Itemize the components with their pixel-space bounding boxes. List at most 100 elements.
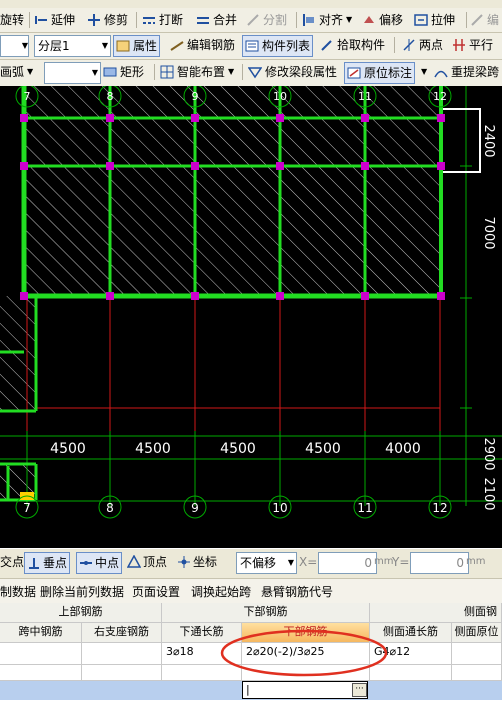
in-situ-label-button[interactable]: 原位标注 xyxy=(344,62,416,84)
lift-icon xyxy=(434,65,448,79)
offset-button[interactable]: 偏移 xyxy=(362,10,403,30)
snap-perpendicular[interactable]: 垂点 xyxy=(24,552,71,574)
rect-button[interactable]: 矩形 xyxy=(103,62,144,82)
ellipsis-button[interactable]: ··· xyxy=(352,683,367,697)
rectangle-icon xyxy=(103,65,117,79)
cell-bottom-through[interactable]: 3⌀18 xyxy=(162,643,242,665)
delete-column-button[interactable]: 删除当前列数据 xyxy=(40,583,124,600)
cell-mid-span[interactable] xyxy=(0,643,82,665)
empty-cell[interactable] xyxy=(0,665,82,681)
axis-label-top-8: 8 xyxy=(107,90,114,103)
layer-select[interactable]: 分层1 ▼ xyxy=(34,35,111,57)
span-dim-3: 4500 xyxy=(220,441,256,457)
axis-label-9: 9 xyxy=(191,501,199,515)
chevron-down-icon: ▼ xyxy=(27,67,34,76)
component-list-button[interactable]: 构件列表 xyxy=(242,35,314,57)
chevron-down-icon: ▼ xyxy=(101,41,108,50)
axis-label-10: 10 xyxy=(272,501,287,515)
trim-icon xyxy=(87,13,101,27)
break-button[interactable]: 打断 xyxy=(142,10,183,30)
in-situ-dropdown[interactable]: ▼ xyxy=(421,62,427,82)
cell-side-through[interactable]: G4⌀12 xyxy=(370,643,452,665)
y-coord-input[interactable]: 0 xyxy=(410,552,469,574)
axis-label-8: 8 xyxy=(106,501,114,515)
axis-label-11: 11 xyxy=(357,501,372,515)
drawing-canvas[interactable]: 7 8 9 10 11 12 7 8 9 10 11 12 4500 4500 … xyxy=(0,86,502,548)
span-dim-5: 4000 xyxy=(385,441,421,457)
snap-midpoint[interactable]: 中点 xyxy=(76,552,123,574)
vert-dim-2900: 2900 xyxy=(481,437,496,470)
span-dim-4: 4500 xyxy=(305,441,341,457)
pick-component-button[interactable]: 拾取构件 xyxy=(320,35,385,55)
axis-label-top-9: 9 xyxy=(192,90,199,103)
edit-rebar-button[interactable]: 编辑钢筋 xyxy=(170,35,235,55)
selection-outline xyxy=(443,108,481,173)
beam-props-icon xyxy=(247,65,263,79)
chevron-down-icon: ▼ xyxy=(91,68,98,77)
group-top-rebar: 上部钢筋 xyxy=(0,603,162,623)
snap-toolbar: 交点 垂点 中点 顶点 坐标 不偏移 ▼ X= 0 mm Y= 0 mm xyxy=(0,548,502,575)
offset-mode-select[interactable]: 不偏移 ▼ xyxy=(236,552,297,574)
copy-data-button[interactable]: 制数据 xyxy=(0,583,36,600)
empty-cell[interactable] xyxy=(82,665,162,681)
cell-right-support[interactable] xyxy=(82,643,162,665)
vert-dim-2400: 2400 xyxy=(481,124,496,157)
empty-cell[interactable] xyxy=(242,665,370,681)
vertex-icon xyxy=(126,554,142,569)
rebar-grid: 上部钢筋 下部钢筋 侧面钢 跨中钢筋 右支座钢筋 下通长筋 下部钢筋 侧面通长筋… xyxy=(0,603,502,724)
two-points-button[interactable]: 两点 xyxy=(402,35,443,55)
midpoint-icon xyxy=(79,556,93,570)
axis-label-12: 12 xyxy=(432,501,447,515)
header-right-support: 右支座钢筋 xyxy=(82,623,162,643)
empty-cell[interactable] xyxy=(452,665,502,681)
rotate-button[interactable]: 旋转 xyxy=(0,10,24,30)
edit-button[interactable]: 编 xyxy=(470,10,499,30)
empty-cell[interactable] xyxy=(370,665,452,681)
x-coord-input[interactable]: 0 xyxy=(318,552,377,574)
properties-button[interactable]: 属性 xyxy=(113,35,161,57)
cell-bottom-rebar[interactable]: 2⌀20(-2)/3⌀25 xyxy=(242,643,370,665)
trim-button[interactable]: 修剪 xyxy=(87,10,128,30)
stretch-icon xyxy=(414,13,428,27)
axis-label-7: 7 xyxy=(23,501,31,515)
layer-toolbar: ▼ 分层1 ▼ 属性 编辑钢筋 构件列表 拾取构件 两点 平行 xyxy=(0,33,502,60)
align-button[interactable]: 对齐 ▼ xyxy=(302,10,352,30)
snap-intersect[interactable]: 交点 xyxy=(0,552,24,572)
header-bottom-through: 下通长筋 xyxy=(162,623,242,643)
axis-label-top-7: 7 xyxy=(24,90,31,103)
align-icon xyxy=(302,13,316,27)
cantilever-code-button[interactable]: 悬臂钢筋代号 xyxy=(261,583,333,600)
page-setup-button[interactable]: 页面设置 xyxy=(132,583,180,600)
group-side-rebar: 侧面钢 xyxy=(370,603,502,623)
cell-side-in-situ[interactable] xyxy=(452,643,502,665)
stretch-button[interactable]: 拉伸 xyxy=(414,10,455,30)
empty-cell[interactable] xyxy=(162,665,242,681)
x-label: X= xyxy=(299,555,318,569)
chevron-down-icon: ▼ xyxy=(228,67,235,76)
parallel-button[interactable]: 平行 xyxy=(452,35,493,55)
y-label: Y= xyxy=(392,555,410,569)
chevron-down-icon: ▼ xyxy=(21,41,28,50)
arc-button[interactable]: 画弧 ▼ xyxy=(0,62,33,82)
snap-coord[interactable]: 坐标 xyxy=(177,552,217,572)
span-dim-1: 4500 xyxy=(50,441,86,457)
smart-layout-button[interactable]: 智能布置 ▼ xyxy=(160,62,234,82)
extend-button[interactable]: 延伸 xyxy=(34,10,75,30)
header-mid-span: 跨中钢筋 xyxy=(0,623,82,643)
pick-icon xyxy=(320,38,334,52)
axis-label-top-10: 10 xyxy=(273,90,287,103)
lift-rebar-button[interactable]: 重提梁跨 xyxy=(434,62,499,82)
floor-select[interactable]: ▼ xyxy=(0,35,29,57)
axis-lines xyxy=(26,296,441,506)
adjust-start-span-button[interactable]: 调换起始跨 xyxy=(191,583,251,600)
split-button[interactable]: 分割 xyxy=(246,10,287,30)
edit-toolbar: 旋转 延伸 修剪 打断 合并 分割 对齐 ▼ 偏移 拉伸 编 xyxy=(0,8,502,33)
modify-beam-props-button[interactable]: 修改梁段属性 xyxy=(247,62,337,82)
merge-button[interactable]: 合并 xyxy=(196,10,237,30)
break-icon xyxy=(142,13,156,27)
snap-vertex[interactable]: 顶点 xyxy=(126,552,167,572)
merge-icon xyxy=(196,13,210,27)
axis-label-top-11: 11 xyxy=(358,90,372,103)
edit-cell-input[interactable]: | xyxy=(242,681,368,699)
shape-select[interactable]: ▼ xyxy=(44,62,101,84)
